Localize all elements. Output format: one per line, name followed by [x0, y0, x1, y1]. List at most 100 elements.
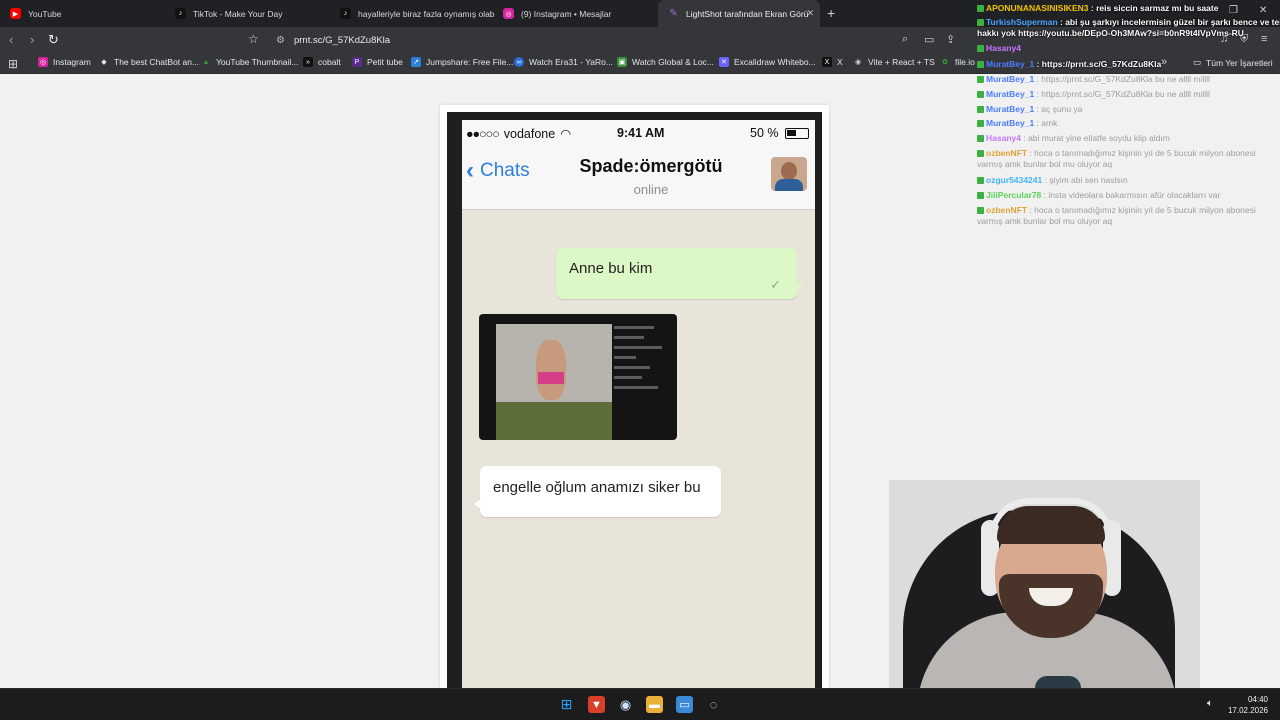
- chat-text: https://prnt.sc/G_57KdZu8Kla bu ne allll…: [1041, 74, 1210, 84]
- badge-icon: [977, 45, 984, 52]
- chat-text: abi şu şarkıyı incelermisin güzel bir şa…: [1065, 17, 1280, 27]
- share-icon[interactable]: ⇪: [946, 33, 955, 46]
- chat-username: JiliPercular78: [986, 190, 1042, 200]
- carrier-label: vodafone: [503, 126, 556, 141]
- screen-icon[interactable]: ▭: [676, 696, 693, 713]
- reload-icon[interactable]: ↻: [48, 32, 59, 48]
- tab-title: LightShot tarafından Ekran Görü: [686, 8, 809, 19]
- chat-message: MuratBey_1 : https://prnt.sc/G_57KdZu8Kl…: [977, 89, 1210, 99]
- chat-username: Hasany4: [986, 43, 1021, 53]
- tab-tiktok[interactable]: ♪ TikTok - Make Your Day: [165, 0, 333, 27]
- bookmark-item[interactable]: ◆ The best ChatBot an...: [99, 57, 199, 67]
- badge-icon: [977, 19, 984, 26]
- bookmark-item[interactable]: ↗ Jumpshare: Free File...: [411, 57, 513, 67]
- steam-icon[interactable]: ◉: [617, 696, 634, 713]
- bookmark-item[interactable]: ▲ YouTube Thumbnail...: [201, 57, 299, 67]
- volume-icon[interactable]: 🔈︎: [1207, 698, 1213, 709]
- app-icon[interactable]: ◌: [705, 696, 722, 713]
- chat-header: ●●○○○ vodafone ◠ 9:41 AM 50 % ‹ Chats Sp…: [462, 120, 815, 210]
- bookmark-item[interactable]: ▣ Watch Global & Loc...: [617, 57, 714, 67]
- badge-icon: [977, 61, 984, 68]
- chat-message: ozbenNFT : hoca o tanımadığımız kişinin …: [977, 205, 1256, 215]
- check-icon: ✓: [770, 277, 781, 292]
- badge-icon: [977, 5, 984, 12]
- instagram-icon: ◎: [503, 8, 514, 19]
- chat-message: MuratBey_1 : https://prnt.sc/G_57KdZu8Kl…: [977, 74, 1210, 84]
- chat-username: ozbenNFT: [986, 205, 1028, 215]
- battery-icon: [784, 127, 809, 139]
- tab-title: YouTube: [28, 8, 62, 19]
- close-tab-icon[interactable]: ✕: [806, 8, 814, 19]
- tiktok-icon: ♪: [175, 8, 186, 19]
- chatbot-icon: ◆: [101, 59, 107, 66]
- chat-text: varmış amk bunlar bol mu oluyor aq: [977, 159, 1113, 169]
- tab-youtube[interactable]: ▶ YouTube: [0, 0, 168, 27]
- chat-screen: ●●○○○ vodafone ◠ 9:41 AM 50 % ‹ Chats Sp…: [462, 120, 815, 688]
- chat-separator: :: [1034, 59, 1042, 69]
- jumpshare-icon: ↗: [411, 57, 421, 67]
- bookmark-item[interactable]: P Petit tube: [352, 57, 403, 67]
- system-clock[interactable]: 04:40 17.02.2026: [1226, 694, 1268, 716]
- incoming-message: engelle oğlum anamızı siker bu: [474, 466, 721, 517]
- bookmark-item[interactable]: » cobalt: [303, 57, 341, 67]
- badge-icon: [977, 192, 984, 199]
- message-text: Anne bu kim: [569, 260, 653, 277]
- chat-message: hakkı yok https://youtu.be/DEpO-Oh3MAw?s…: [977, 28, 1244, 38]
- chat-text: aç şunu ya: [1041, 104, 1083, 114]
- chat-text: varmış amk bunlar bol mu oluyor aq: [977, 216, 1113, 226]
- tab-lightshot[interactable]: ✎ LightShot tarafından Ekran Görü ✕: [658, 0, 820, 27]
- battery-level: [786, 129, 796, 136]
- tab-title: hayalleriyle biraz fazla oynamış olabil: [358, 8, 495, 19]
- bookmark-item[interactable]: ✕ Excalidraw Whitebo...: [719, 57, 816, 67]
- bookmark-item[interactable]: ✿ file.io: [940, 57, 975, 67]
- clock-time: 04:40: [1247, 695, 1268, 704]
- bookmark-item[interactable]: ◎ Instagram: [38, 57, 91, 67]
- lightshot-icon: ✎: [669, 8, 678, 19]
- chat-username: ozgur5434241: [986, 175, 1043, 185]
- zoom-icon[interactable]: ⌕: [902, 33, 908, 46]
- chat-message: Hasany4: [977, 43, 1021, 53]
- url-text[interactable]: prnt.sc/G_57KdZu8Kla: [294, 35, 390, 46]
- chat-message: varmış amk bunlar bol mu oluyor aq: [977, 216, 1112, 226]
- back-icon[interactable]: ‹: [9, 32, 13, 47]
- apps-grid-icon[interactable]: ⊞: [8, 57, 18, 71]
- clock-date: 17.02.2026: [1227, 706, 1268, 715]
- image-message: [479, 314, 677, 440]
- thumbnail-icon: ▲: [202, 58, 210, 66]
- tab-instagram[interactable]: ◎ (9) Instagram • Mesajlar: [493, 0, 658, 27]
- bookmark-label: X: [837, 57, 843, 67]
- folder-icon[interactable]: ▬: [646, 696, 663, 713]
- address-bar[interactable]: ⚙ prnt.sc/G_57KdZu8Kla: [270, 30, 970, 50]
- tab-tiktok-video[interactable]: ♪ hayalleriyle biraz fazla oynamış olabi…: [330, 0, 495, 27]
- dm-preview-panel: [614, 326, 672, 426]
- bookmark-item[interactable]: ◉ Vite + React + TS: [853, 57, 935, 67]
- x-icon: X: [822, 57, 832, 67]
- stream-chat-overlay: APONUNANASINISIKEN3 : reis siccin sarmaz…: [973, 0, 1280, 230]
- brave-icon[interactable]: ▼: [588, 696, 605, 713]
- instagram-icon: ◎: [38, 57, 48, 67]
- bookmark-item[interactable]: ∞ Watch Era31 - YaRo...: [514, 57, 613, 67]
- watch-icon: ∞: [514, 57, 524, 67]
- site-info-icon[interactable]: ⚙: [276, 35, 285, 46]
- chat-separator: :: [1020, 133, 1029, 143]
- chat-text: insta videolara bakarmısın afür olacakla…: [1048, 190, 1221, 200]
- bookmark-page-icon[interactable]: ☆: [248, 32, 259, 46]
- chat-message: MuratBey_1 : https://prnt.sc/G_57KdZu8Kl…: [977, 59, 1161, 69]
- cast-icon[interactable]: ▭: [924, 33, 934, 46]
- chat-text: hoca o tanımadığımız kişinin yıl de 5 bu…: [1034, 205, 1256, 215]
- forward-icon[interactable]: ›: [30, 32, 34, 47]
- fileio-icon: ✿: [942, 59, 948, 66]
- new-tab-button[interactable]: +: [827, 5, 835, 21]
- chat-text: hakkı yok https://youtu.be/DEpO-Oh3MAw?s…: [977, 28, 1244, 38]
- status-battery: 50 %: [750, 126, 809, 140]
- watch-global-icon: ▣: [617, 57, 627, 67]
- mirror-selfie-image: [496, 324, 612, 440]
- bookmark-label: Vite + React + TS: [868, 57, 935, 67]
- battery-label: 50 %: [750, 126, 779, 140]
- bookmark-item[interactable]: XX: [822, 57, 843, 67]
- chat-message: ozbenNFT : hoca o tanımadığımız kişinin …: [977, 148, 1256, 158]
- vite-icon: ◉: [854, 59, 862, 66]
- chats-back-button: ‹ Chats: [466, 159, 530, 183]
- excalidraw-icon: ✕: [719, 57, 729, 67]
- windows-start-icon[interactable]: ⊞: [558, 696, 575, 713]
